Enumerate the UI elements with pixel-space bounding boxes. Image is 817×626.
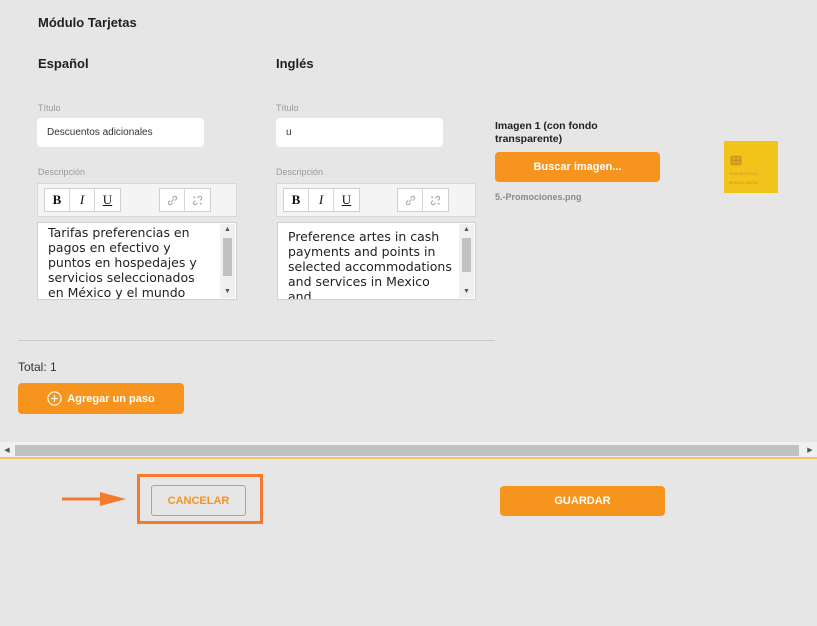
card-number: 1234 5678 9101 xyxy=(729,171,758,176)
english-editor-scrollbar[interactable]: ▲ ▼ xyxy=(459,224,474,298)
add-step-label: Agregar un paso xyxy=(67,392,155,405)
image-label: Imagen 1 (con fondo transparente) xyxy=(495,120,598,145)
scroll-up-icon[interactable]: ▲ xyxy=(220,224,235,236)
card-holder: MORGAN IBAÑEZ xyxy=(729,181,759,185)
add-step-button[interactable]: Agregar un paso xyxy=(18,383,184,414)
scroll-up-icon[interactable]: ▲ xyxy=(459,224,474,236)
underline-button[interactable]: U xyxy=(95,189,120,211)
module-title: Módulo Tarjetas xyxy=(38,15,137,30)
scroll-down-icon[interactable]: ▼ xyxy=(459,286,474,298)
arrow-right-icon xyxy=(62,492,126,506)
english-title-label: Título xyxy=(276,103,299,113)
scroll-left-icon[interactable]: ◀ xyxy=(0,442,14,459)
bold-button[interactable]: B xyxy=(284,189,309,211)
horizontal-scroll-thumb[interactable] xyxy=(15,445,799,456)
scroll-thumb[interactable] xyxy=(462,238,471,272)
english-title-input[interactable] xyxy=(276,118,443,147)
save-button[interactable]: GUARDAR xyxy=(500,486,665,516)
horizontal-scrollbar[interactable]: ◀ ▶ xyxy=(0,442,817,459)
cancel-button[interactable]: CANCELAR xyxy=(151,485,246,516)
plus-circle-icon xyxy=(47,391,62,406)
scroll-right-icon[interactable]: ▶ xyxy=(803,442,817,459)
underline-button[interactable]: U xyxy=(334,189,359,211)
file-name: 5.-Promociones.png xyxy=(495,192,582,202)
spanish-title-input[interactable] xyxy=(37,118,204,147)
format-group: B I U xyxy=(44,188,121,212)
format-group: B I U xyxy=(283,188,360,212)
unlink-icon[interactable] xyxy=(185,189,210,211)
total-count: Total: 1 xyxy=(18,360,57,374)
spanish-editor-toolbar: B I U xyxy=(37,183,237,217)
scroll-thumb[interactable] xyxy=(223,238,232,276)
spanish-description-text: Tarifas preferencias en pagos en efectiv… xyxy=(48,225,197,300)
spanish-editor-scrollbar[interactable]: ▲ ▼ xyxy=(220,224,235,298)
english-editor-toolbar: B I U xyxy=(276,183,476,217)
divider xyxy=(18,340,495,341)
link-group xyxy=(397,188,449,212)
bold-button[interactable]: B xyxy=(45,189,70,211)
italic-button[interactable]: I xyxy=(70,189,95,211)
english-description-text: Preference artes in cash payments and po… xyxy=(288,229,452,300)
spanish-heading: Español xyxy=(38,56,89,71)
link-icon[interactable] xyxy=(398,189,423,211)
card-image: 1234 5678 9101 MORGAN IBAÑEZ xyxy=(724,141,778,197)
scroll-down-icon[interactable]: ▼ xyxy=(220,286,235,298)
italic-button[interactable]: I xyxy=(309,189,334,211)
spanish-title-label: Título xyxy=(38,103,61,113)
unlink-icon[interactable] xyxy=(423,189,448,211)
search-image-button[interactable]: Buscar imagen... xyxy=(495,152,660,182)
english-description-label: Descripción xyxy=(276,167,324,177)
english-heading: Inglés xyxy=(276,56,314,71)
spanish-description-editor[interactable]: Tarifas preferencias en pagos en efectiv… xyxy=(37,222,237,300)
spanish-description-label: Descripción xyxy=(38,167,86,177)
link-group xyxy=(159,188,211,212)
english-description-editor[interactable]: Preference artes in cash payments and po… xyxy=(277,222,476,300)
link-icon[interactable] xyxy=(160,189,185,211)
